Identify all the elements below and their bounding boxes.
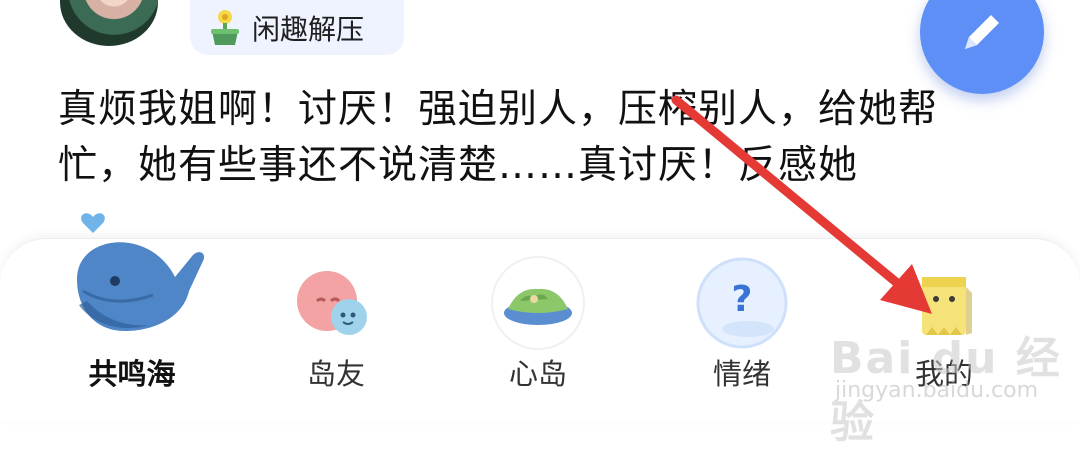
tab-resonance-sea[interactable]: 共鸣海 bbox=[32, 213, 232, 422]
tab-heart-island[interactable]: 心岛 bbox=[438, 239, 638, 422]
category-tag-label: 闲趣解压 bbox=[252, 12, 365, 46]
tab-label: 心岛 bbox=[508, 357, 567, 391]
tab-island-friends[interactable]: 岛友 bbox=[236, 239, 436, 422]
compose-button[interactable] bbox=[920, 0, 1044, 94]
chat-bubble-icon bbox=[297, 271, 367, 335]
avatar[interactable] bbox=[60, 0, 158, 46]
pencil-icon bbox=[965, 15, 999, 49]
post-text[interactable]: 真烦我姐啊！讨厌！强迫别人，压榨别人，给她帮忙，她有些事还不说清楚……真讨厌！反… bbox=[58, 82, 998, 194]
tab-label: 岛友 bbox=[306, 357, 365, 391]
island-icon bbox=[491, 256, 585, 350]
category-tag[interactable]: 闲趣解压 bbox=[190, 0, 404, 55]
whale-icon bbox=[77, 213, 205, 331]
tab-label: 情绪 bbox=[712, 357, 771, 391]
plant-pot-icon bbox=[211, 9, 239, 45]
tab-emotion[interactable]: ? 情绪 bbox=[642, 239, 842, 422]
question-bubble-icon: ? bbox=[696, 257, 788, 349]
watermark-url: jingyan.baidu.com bbox=[835, 378, 1039, 403]
svg-text:?: ? bbox=[732, 279, 753, 320]
tab-label: 共鸣海 bbox=[88, 357, 176, 391]
